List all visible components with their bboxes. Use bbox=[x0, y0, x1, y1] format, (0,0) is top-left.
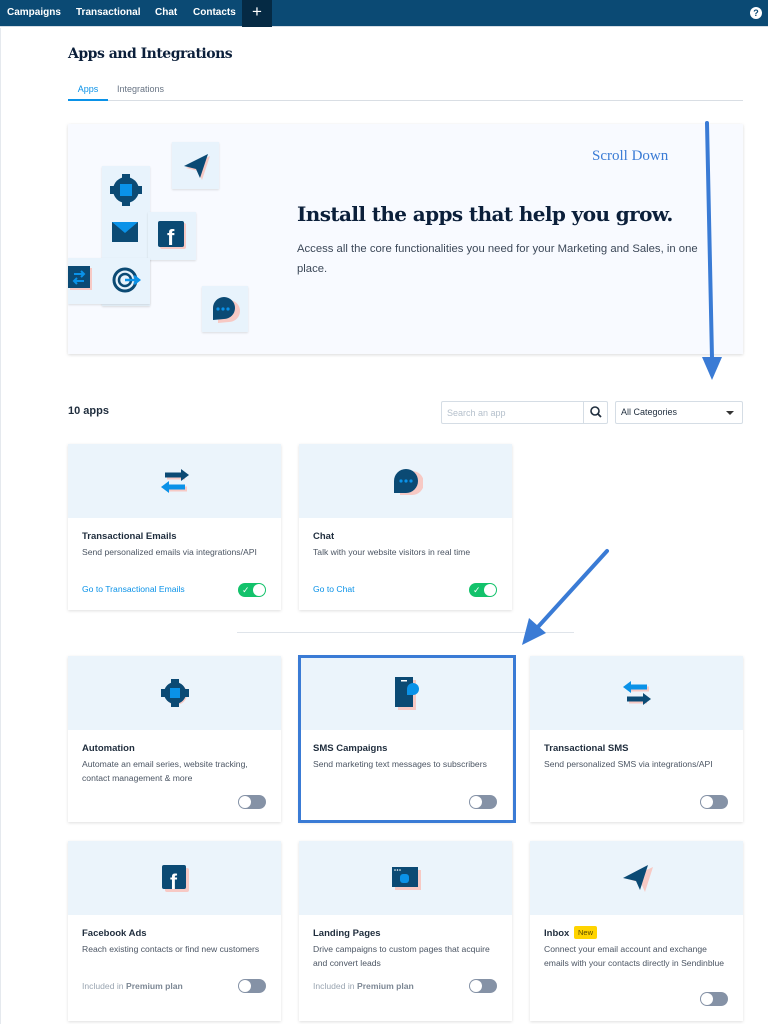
tile-facebook: f bbox=[148, 212, 196, 260]
nav-chat[interactable]: Chat bbox=[155, 0, 177, 27]
app-card-automation: Automation Automate an email series, web… bbox=[68, 656, 281, 822]
chat-bubble-icon bbox=[213, 297, 240, 323]
category-selected: All Categories bbox=[621, 407, 678, 417]
transfer-icon bbox=[160, 469, 189, 493]
card-hero bbox=[68, 444, 281, 518]
app-toggle[interactable] bbox=[469, 979, 497, 993]
app-card-chat: Chat Talk with your website visitors in … bbox=[299, 444, 512, 610]
search-box bbox=[441, 401, 608, 424]
app-name: Landing Pages bbox=[313, 928, 381, 939]
nav-contacts[interactable]: Contacts bbox=[193, 0, 236, 27]
app-toggle[interactable] bbox=[700, 992, 728, 1006]
hero-banner: f Scroll Down Install the apps that help… bbox=[68, 124, 743, 354]
check-icon: ✓ bbox=[242, 585, 250, 595]
pointer-arrow-icon bbox=[522, 549, 609, 645]
help-icon[interactable]: ? bbox=[750, 7, 762, 19]
left-border bbox=[0, 28, 1, 1024]
tile-paper-plane bbox=[172, 142, 219, 189]
target-icon bbox=[112, 267, 142, 293]
sms-campaigns-highlight bbox=[298, 655, 516, 823]
tile-chat bbox=[202, 286, 248, 332]
app-card-facebook-ads: f Facebook Ads Reach existing contacts o… bbox=[68, 841, 281, 1021]
scroll-down-annotation: Scroll Down bbox=[592, 148, 669, 164]
plan-name: Premium plan bbox=[125, 981, 183, 991]
app-description: Connect your email account and exchange … bbox=[544, 944, 725, 968]
app-description: Talk with your website visitors in real … bbox=[313, 547, 471, 557]
page-title: Apps and Integrations bbox=[68, 46, 233, 62]
svg-text:f: f bbox=[170, 871, 178, 894]
app-name: Inbox New bbox=[544, 926, 598, 939]
gear-icon bbox=[110, 174, 142, 206]
paper-plane-icon bbox=[184, 154, 210, 180]
envelope-icon bbox=[112, 222, 138, 242]
app-toggle[interactable]: ✓ bbox=[238, 583, 266, 597]
app-name: Facebook Ads bbox=[82, 928, 147, 939]
app-toggle[interactable] bbox=[238, 979, 266, 993]
card-hero bbox=[299, 444, 512, 518]
app-card-inbox: Inbox New Connect your email account and … bbox=[530, 841, 743, 1021]
app-description: Send personalized emails via integration… bbox=[82, 547, 257, 557]
app-name: Chat bbox=[313, 531, 335, 542]
card-hero bbox=[299, 841, 512, 915]
svg-text:f: f bbox=[167, 225, 175, 250]
app-card-transactional-emails: Transactional Emails Send personalized e… bbox=[68, 444, 281, 610]
nav-transactional[interactable]: Transactional bbox=[76, 0, 140, 27]
chevron-down-icon bbox=[726, 411, 734, 415]
card-hero bbox=[68, 656, 281, 730]
search-button[interactable] bbox=[583, 402, 607, 423]
banner-text: Access all the core functionalities you … bbox=[297, 243, 698, 275]
paper-plane-icon bbox=[622, 865, 653, 892]
search-icon bbox=[590, 406, 602, 418]
plan-requirement: Included in Premium plan bbox=[82, 981, 183, 991]
app-toggle[interactable]: ✓ bbox=[469, 583, 497, 597]
add-app-button[interactable]: + bbox=[242, 0, 272, 27]
plan-name: Premium plan bbox=[356, 981, 414, 991]
check-icon: ✓ bbox=[473, 585, 481, 595]
card-hero bbox=[530, 656, 743, 730]
app-name: Automation bbox=[82, 743, 135, 754]
category-select[interactable]: All Categories bbox=[615, 401, 743, 424]
banner-title: Install the apps that help you grow. bbox=[297, 202, 673, 226]
app-description: Automate an email series, website tracki… bbox=[82, 759, 248, 783]
transfer-icon bbox=[68, 266, 92, 290]
tab-integrations[interactable]: Integrations bbox=[117, 84, 164, 101]
chat-bubble-icon bbox=[393, 469, 423, 495]
section-divider bbox=[237, 632, 574, 633]
app-toggle[interactable] bbox=[700, 795, 728, 809]
app-name: Transactional Emails bbox=[82, 531, 177, 542]
new-badge: New bbox=[574, 926, 598, 939]
app-description: Reach existing contacts or find new cust… bbox=[82, 944, 260, 954]
nav-campaigns[interactable]: Campaigns bbox=[7, 0, 61, 27]
app-card-landing-pages: Landing Pages Drive campaigns to custom … bbox=[299, 841, 512, 1021]
card-hero bbox=[530, 841, 743, 915]
go-to-transactional-emails-link[interactable]: Go to Transactional Emails bbox=[82, 584, 185, 594]
app-toggle[interactable] bbox=[238, 795, 266, 809]
card-hero: f bbox=[68, 841, 281, 915]
tab-bar: Apps Integrations bbox=[68, 84, 743, 101]
facebook-icon: f bbox=[161, 865, 189, 894]
transfer-icon bbox=[622, 681, 651, 705]
browser-window-icon bbox=[391, 867, 421, 890]
app-description: Drive campaigns to custom pages that acq… bbox=[313, 944, 490, 968]
app-description: Send personalized SMS via integrations/A… bbox=[544, 759, 713, 769]
gear-icon bbox=[160, 679, 189, 707]
top-nav: Campaigns Transactional Chat Contacts + … bbox=[0, 0, 768, 27]
app-card-transactional-sms: Transactional SMS Send personalized SMS … bbox=[530, 656, 743, 822]
tab-apps[interactable]: Apps bbox=[68, 84, 108, 101]
facebook-icon: f bbox=[158, 221, 186, 250]
plan-requirement: Included in Premium plan bbox=[313, 981, 414, 991]
app-name: Transactional SMS bbox=[544, 743, 629, 754]
search-input[interactable] bbox=[442, 402, 582, 423]
apps-count: 10 apps bbox=[68, 405, 109, 417]
go-to-chat-link[interactable]: Go to Chat bbox=[313, 584, 355, 594]
